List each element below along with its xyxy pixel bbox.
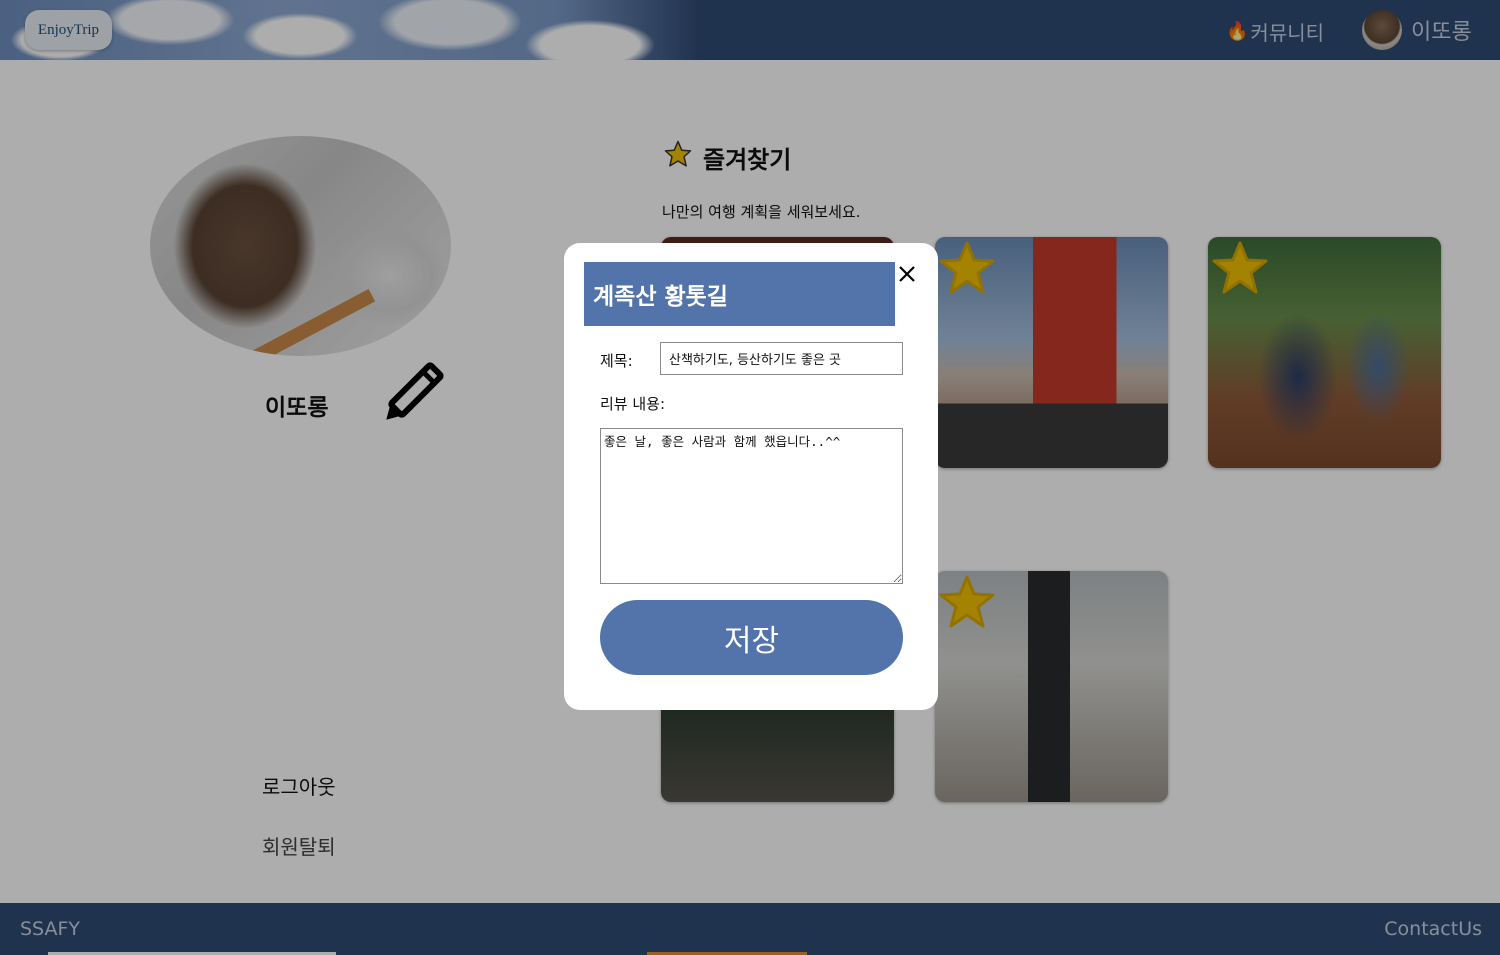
modal-place-title: 계족산 황톳길 [593, 284, 728, 310]
review-label: 리뷰 내용: [600, 395, 666, 413]
save-button[interactable]: 저장 [600, 600, 903, 675]
modal-header: 계족산 황톳길 [584, 262, 895, 326]
review-textarea[interactable]: 좋은 날, 좋은 사람과 함께 했읍니다..^^ [600, 428, 903, 584]
title-input[interactable] [660, 342, 903, 375]
review-modal: 계족산 황톳길 제목: 리뷰 내용: 좋은 날, 좋은 사람과 함께 했읍니다.… [564, 243, 938, 710]
title-label: 제목: [600, 352, 633, 370]
close-icon[interactable] [896, 263, 918, 285]
